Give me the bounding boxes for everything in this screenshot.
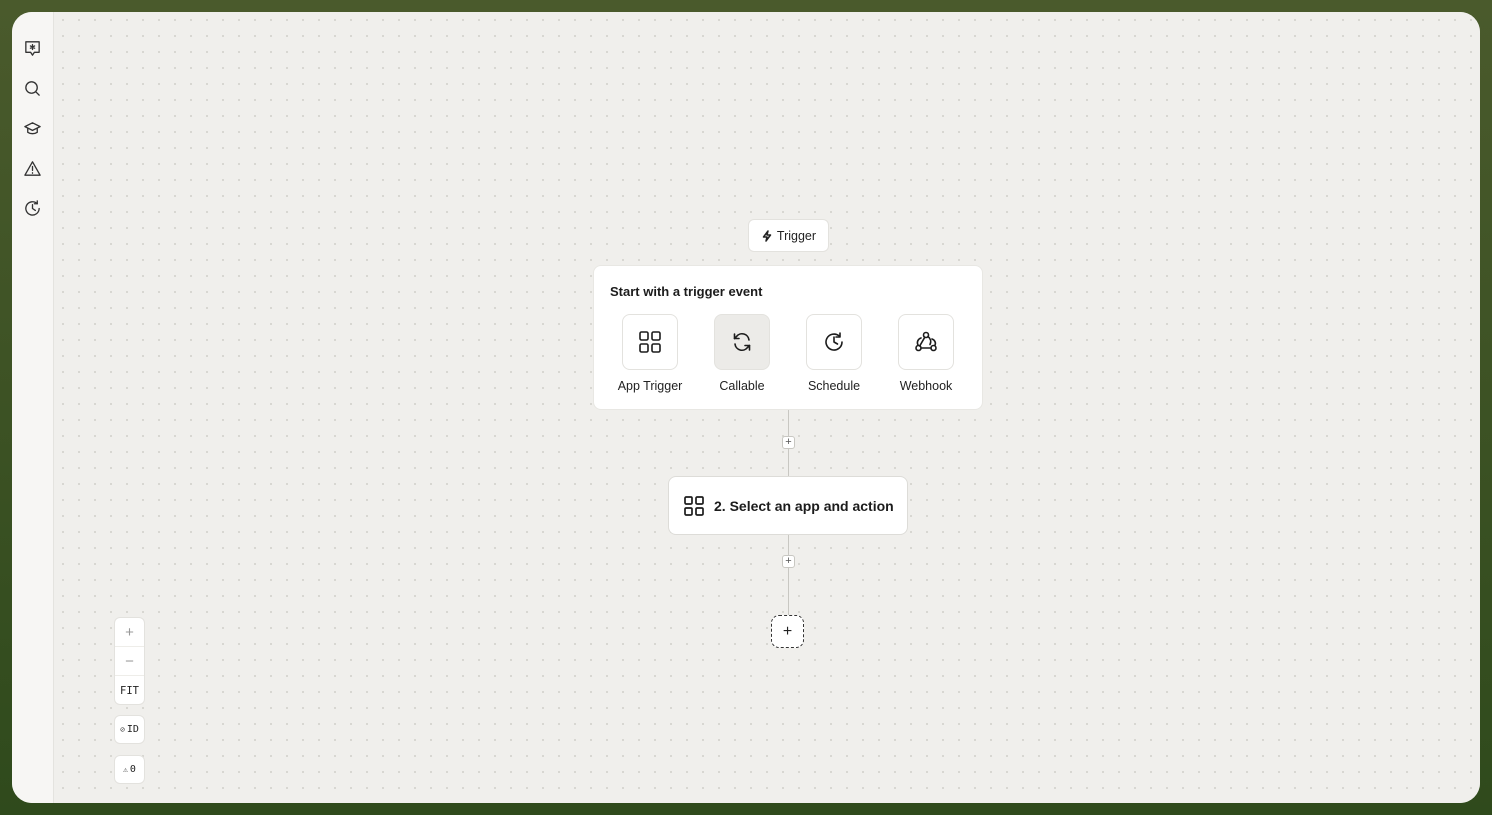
sparkle-chat-icon[interactable] [22, 38, 43, 59]
trigger-option-schedule[interactable]: Schedule [799, 314, 869, 393]
lightning-icon [762, 229, 772, 242]
history-icon[interactable] [22, 198, 43, 219]
id-toggle-label: ID [126, 724, 139, 735]
webhook-icon [915, 331, 937, 352]
search-icon[interactable] [22, 78, 43, 99]
warnings-count: 0 [129, 764, 136, 775]
refresh-icon [733, 332, 751, 352]
trigger-option-app-trigger[interactable]: App Trigger [615, 314, 685, 393]
eye-off-icon: ⊘ [120, 725, 125, 734]
grid-icon [639, 331, 661, 353]
warning-icon: ⚠ [123, 765, 128, 774]
warnings-button[interactable]: ⚠ 0 [114, 755, 145, 784]
select-app-action-card[interactable]: 2. Select an app and action [668, 476, 908, 535]
connector-line [788, 535, 789, 615]
clock-icon [825, 332, 843, 351]
graduation-cap-icon[interactable] [22, 118, 43, 139]
trigger-chip[interactable]: Trigger [748, 219, 829, 252]
insert-step-button[interactable]: + [782, 436, 795, 449]
zoom-out-button[interactable]: − [115, 647, 144, 676]
trigger-option-webhook[interactable]: Webhook [891, 314, 961, 393]
workflow-canvas[interactable]: Trigger Start with a trigger event App T… [55, 12, 1480, 803]
id-toggle-button[interactable]: ⊘ ID [114, 715, 145, 744]
zoom-in-button[interactable]: + [115, 618, 144, 647]
trigger-option-label: Webhook [899, 379, 953, 393]
zoom-controls: + − FIT [114, 617, 145, 705]
app-window: Trigger Start with a trigger event App T… [12, 12, 1480, 803]
warning-icon[interactable] [22, 158, 43, 179]
trigger-card-title: Start with a trigger event [610, 284, 763, 299]
fit-view-button[interactable]: FIT [115, 676, 144, 704]
trigger-chip-label: Trigger [776, 228, 817, 243]
sidebar [12, 12, 54, 803]
grid-icon [684, 495, 704, 516]
trigger-card: Start with a trigger event App Trigger C… [593, 265, 983, 410]
insert-step-button[interactable]: + [782, 555, 795, 568]
trigger-option-callable[interactable]: Callable [707, 314, 777, 393]
action-card-label: 2. Select an app and action [714, 497, 894, 514]
trigger-option-label: Callable [719, 379, 765, 393]
add-step-button[interactable]: + [771, 615, 804, 648]
trigger-option-label: Schedule [807, 379, 861, 393]
trigger-option-label: App Trigger [617, 379, 683, 393]
